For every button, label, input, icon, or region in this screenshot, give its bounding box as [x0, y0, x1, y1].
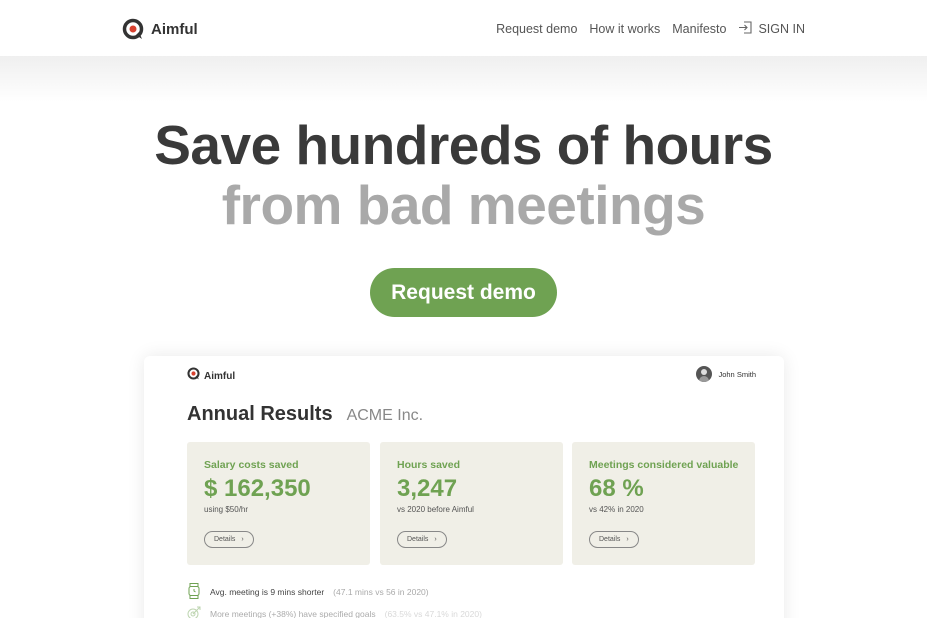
details-button[interactable]: Details ›: [589, 531, 639, 548]
hero-headline: Save hundreds of hours: [154, 114, 773, 176]
top-nav: Aimful Request demo How it works Manifes…: [0, 0, 927, 56]
sign-in-label: SIGN IN: [758, 22, 805, 36]
hero-subheadline: from bad meetings: [221, 174, 706, 236]
user-name: John Smith: [718, 369, 756, 379]
dashboard-brand: Aimful: [187, 367, 235, 385]
user-menu[interactable]: John Smith: [696, 366, 756, 382]
aimful-logo-icon: [187, 367, 200, 385]
details-label: Details: [407, 536, 429, 543]
sign-in-icon: [738, 20, 753, 38]
stat-label: Meetings considered valuable: [589, 459, 739, 471]
stat-subtext: vs 42% in 2020: [589, 505, 644, 514]
chevron-right-icon: ›: [434, 536, 437, 543]
stat-value: 68 %: [589, 475, 644, 502]
stat-value: $ 162,350: [204, 475, 311, 502]
dashboard-brand-name: Aimful: [204, 370, 236, 382]
nav-link-how-it-works[interactable]: How it works: [589, 22, 660, 36]
chevron-right-icon: ›: [241, 536, 244, 543]
stat-card-meetings: Meetings considered valuable 68 % vs 42%…: [572, 442, 755, 565]
stat-label: Salary costs saved: [204, 459, 299, 471]
insight-detail: (63.5% vs 47.1% in 2020): [384, 609, 482, 618]
stat-label: Hours saved: [397, 459, 461, 471]
aimful-logo-icon: [122, 18, 144, 40]
page-title: Annual Results: [187, 403, 333, 425]
watch-icon: [187, 583, 201, 601]
stat-value: 3,247: [397, 475, 458, 502]
avatar: [696, 366, 713, 382]
insight-row: More meetings (+38%) have specified goal…: [187, 606, 482, 618]
stat-card-salary: Salary costs saved $ 162,350 using $50/h…: [187, 442, 370, 565]
dashboard-preview: Aimful John Smith Annual Results ACME In…: [144, 356, 784, 618]
target-icon: [187, 606, 201, 618]
details-label: Details: [214, 536, 236, 543]
nav-link-manifesto[interactable]: Manifesto: [672, 22, 726, 36]
sign-in-link[interactable]: SIGN IN: [738, 20, 805, 38]
chevron-right-icon: ›: [626, 536, 629, 543]
nav-links: Request demo How it works Manifesto SIGN…: [496, 20, 805, 38]
details-button[interactable]: Details ›: [204, 531, 254, 548]
nav-shadow: [0, 56, 927, 102]
details-button[interactable]: Details ›: [397, 531, 447, 548]
request-demo-button[interactable]: Request demo: [370, 268, 557, 317]
stat-subtext: vs 2020 before Aimful: [397, 505, 474, 514]
details-label: Details: [599, 536, 621, 543]
company-name: ACME Inc.: [346, 407, 424, 424]
insight-text: More meetings (+38%) have specified goal…: [210, 609, 376, 618]
insight-text: Avg. meeting is 9 mins shorter: [210, 587, 325, 597]
stat-card-hours: Hours saved 3,247 vs 2020 before Aimful …: [380, 442, 563, 565]
insight-row: Avg. meeting is 9 mins shorter (47.1 min…: [187, 583, 429, 601]
insight-detail: (47.1 mins vs 56 in 2020): [333, 587, 429, 597]
stat-subtext: using $50/hr: [204, 505, 249, 514]
brand-logo[interactable]: Aimful: [122, 17, 198, 41]
nav-link-request-demo[interactable]: Request demo: [496, 22, 577, 36]
dashboard-title-row: Annual Results ACME Inc.: [187, 403, 423, 426]
brand-name: Aimful: [151, 20, 198, 38]
